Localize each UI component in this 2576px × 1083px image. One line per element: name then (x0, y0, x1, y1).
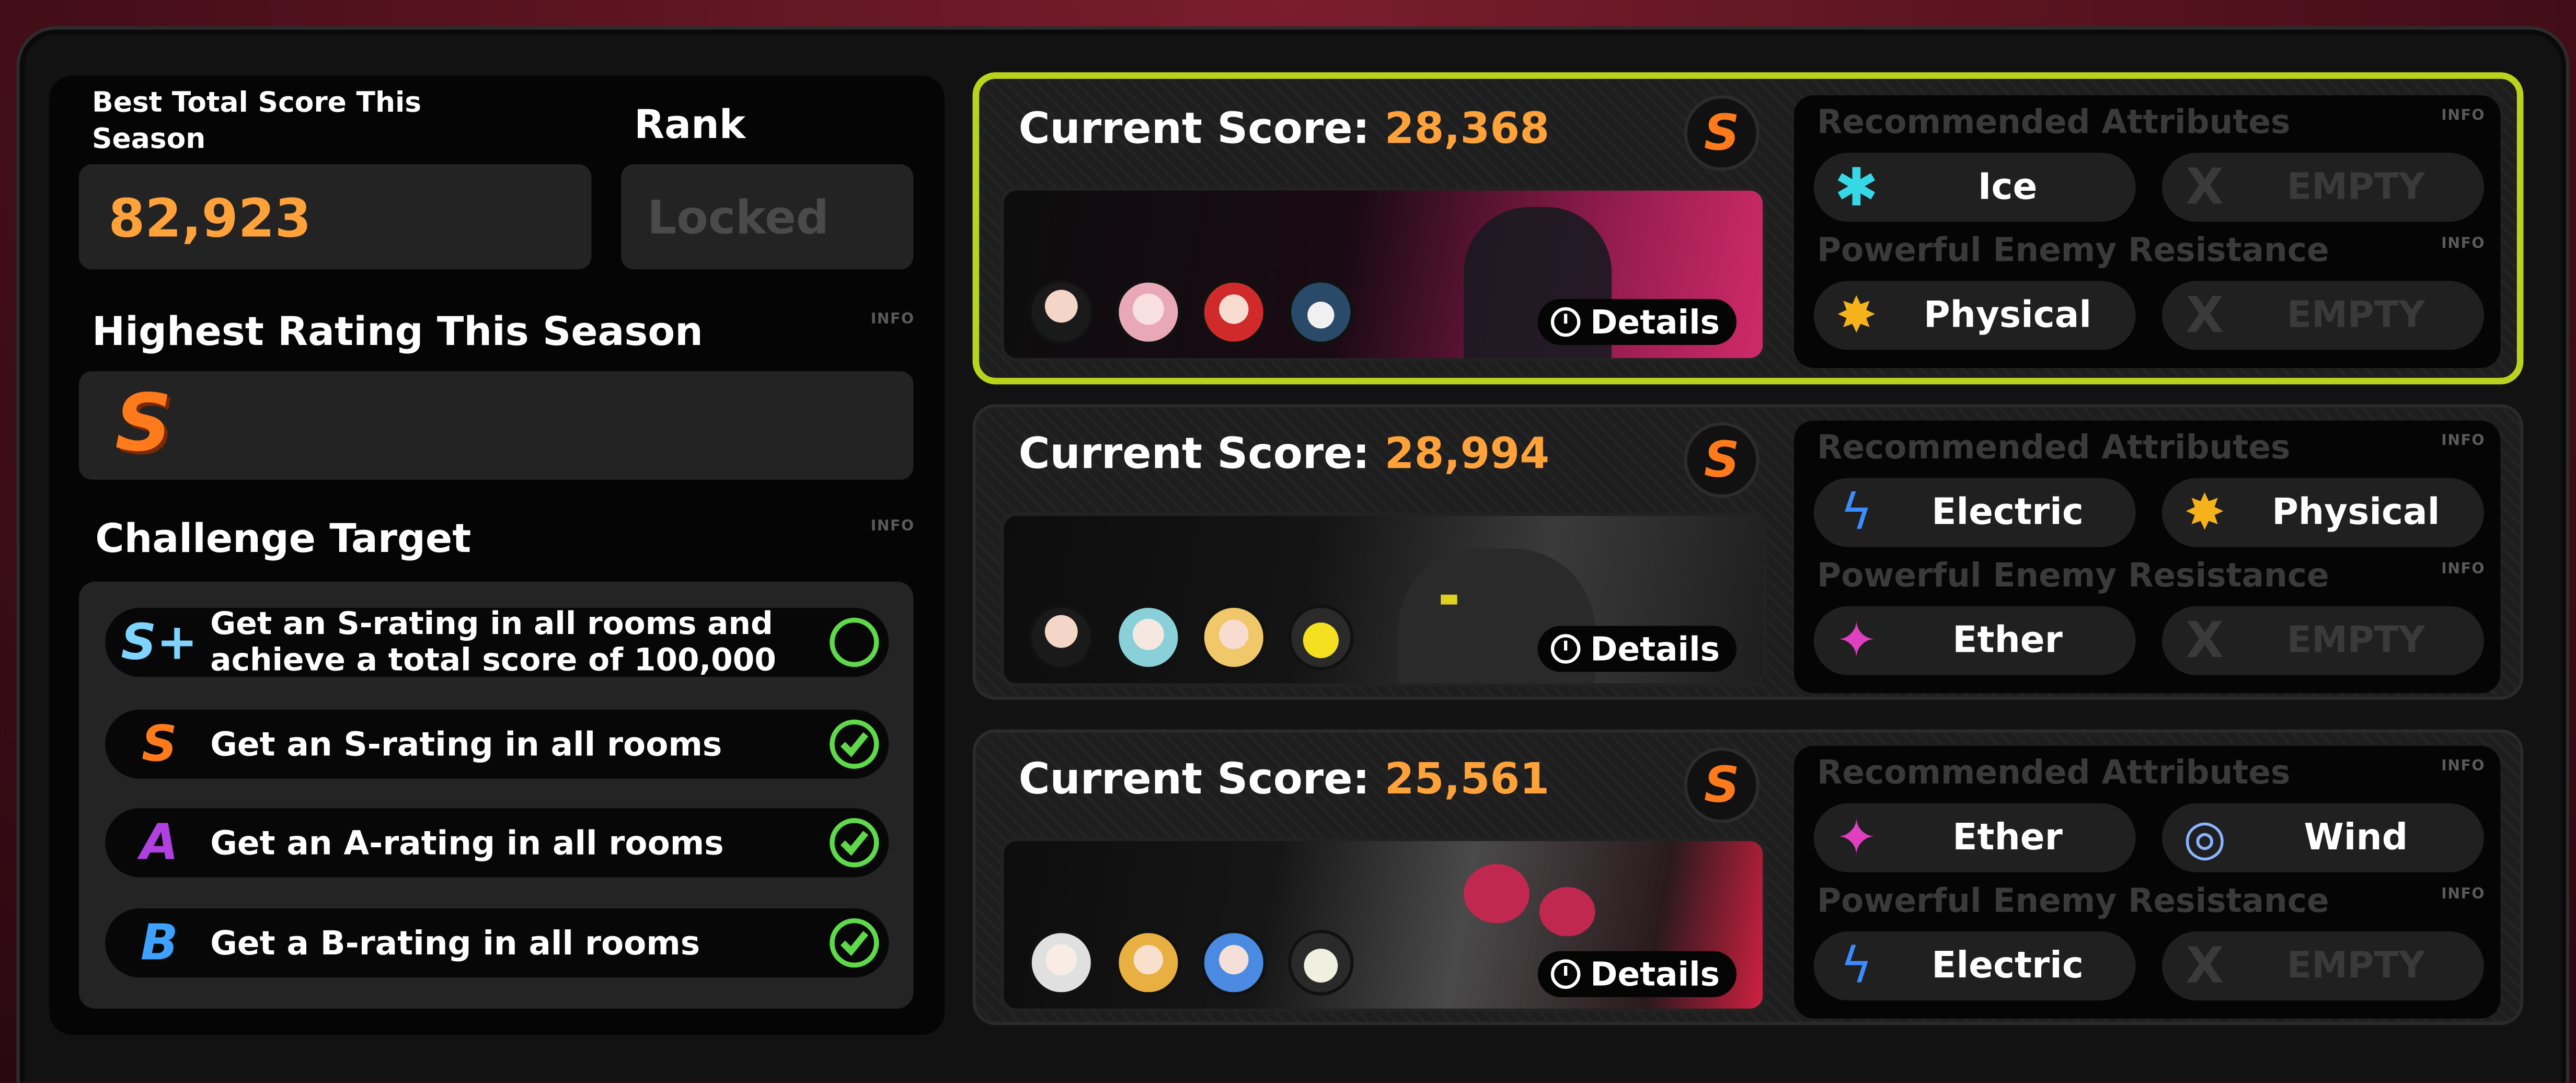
challenge-target-text: Get a B-rating in all rooms (210, 923, 700, 963)
best-total-score-field: 82,923 (78, 164, 592, 270)
recommended-attributes-label: Recommended Attributes (1817, 427, 2291, 467)
attribute-pill: ϟ Electric (1813, 478, 2136, 547)
current-score: Current Score: 28,994 (1019, 430, 1550, 479)
info-button[interactable]: INFO (2441, 562, 2485, 578)
current-score: Current Score: 25,561 (1019, 756, 1550, 805)
empty-x-icon: X (2186, 612, 2224, 670)
current-score-value: 25,561 (1384, 755, 1550, 805)
agent-avatar (1201, 279, 1267, 345)
agent-avatar (1028, 604, 1095, 671)
check-icon (830, 818, 879, 868)
recommended-attributes-label: Recommended Attributes (1817, 752, 2291, 792)
attribute-pill-empty: X EMPTY (2162, 153, 2484, 222)
info-button[interactable]: INFO (2441, 434, 2485, 450)
rank-label: Rank (634, 101, 746, 148)
best-total-score-label: Best Total Score This Season (92, 87, 422, 156)
empty-x-icon: X (2186, 158, 2224, 216)
empty-x-icon: X (2186, 286, 2224, 344)
ice-icon: ✱ (1834, 156, 1879, 218)
current-score: Current Score: 28,368 (1019, 105, 1550, 154)
empty-x-icon: X (2186, 937, 2224, 995)
info-button[interactable]: INFO (871, 519, 915, 535)
wind-icon: ◎ (2183, 809, 2226, 867)
details-button[interactable]: Details (1537, 626, 1736, 672)
electric-icon: ϟ (1840, 483, 1873, 542)
rank-field: Locked (621, 164, 914, 270)
agent-avatar (1201, 604, 1267, 671)
attribute-pill-empty: X EMPTY (2162, 281, 2484, 350)
challenge-target-item: A Get an A-rating in all rooms (105, 808, 889, 878)
highest-rating-label: Highest Rating This Season (92, 308, 703, 355)
incomplete-circle-icon (830, 617, 879, 667)
room-rating-badge: S (1684, 747, 1760, 823)
challenge-target-text: achieve a total score of 100,000 (210, 642, 776, 678)
details-button[interactable]: Details (1537, 299, 1736, 345)
recommended-attributes-label: Recommended Attributes (1817, 101, 2291, 142)
details-label: Details (1590, 302, 1720, 342)
highest-rating-badge: S (115, 377, 172, 470)
agent-avatar (1028, 929, 1095, 996)
bangboo-avatar (1288, 929, 1354, 996)
s-rating-icon: S (141, 715, 177, 773)
ether-icon: ✦ (1835, 612, 1877, 670)
attribute-pill: ◎ Wind (2162, 803, 2484, 872)
agent-avatar (1116, 604, 1181, 671)
current-score-label: Current Score: (1018, 105, 1370, 155)
enemy-resistance-label: Powerful Enemy Resistance (1817, 555, 2329, 595)
current-score-value: 28,994 (1384, 430, 1550, 480)
b-rating-icon: B (140, 914, 178, 972)
s-plus-rating-icon: S+ (121, 613, 198, 671)
best-total-score-value: 82,923 (108, 187, 312, 250)
a-rating-icon: A (140, 814, 179, 872)
challenge-target-text: Get an S-rating in all rooms (210, 724, 722, 764)
physical-icon: ✸ (1835, 286, 1877, 344)
challenge-target-item: S Get an S-rating in all rooms (105, 709, 889, 779)
agent-avatar (1116, 929, 1181, 996)
challenge-target-label: Challenge Target (95, 515, 472, 562)
info-button[interactable]: INFO (2441, 237, 2485, 253)
attribute-pill: ϟ Electric (1813, 931, 2136, 1000)
attribute-pill-empty: X EMPTY (2162, 931, 2484, 1000)
attribute-pill: ✸ Physical (1813, 281, 2136, 350)
challenge-target-item: B Get a B-rating in all rooms (105, 908, 889, 977)
bangboo-avatar (1288, 279, 1354, 345)
room-rating-badge: S (1684, 422, 1760, 498)
current-score-label: Current Score: (1018, 430, 1370, 480)
current-score-label: Current Score: (1018, 755, 1370, 805)
check-icon (830, 719, 879, 769)
clock-icon (1550, 634, 1581, 664)
details-button[interactable]: Details (1537, 951, 1736, 997)
info-button[interactable]: INFO (2441, 108, 2485, 124)
agent-avatar (1116, 279, 1181, 345)
clock-icon (1550, 307, 1581, 337)
info-button[interactable]: INFO (2441, 759, 2485, 775)
attribute-pill: ✸ Physical (2162, 478, 2484, 547)
current-score-value: 28,368 (1384, 105, 1550, 155)
challenge-target-item: S+ Get an S-rating in all rooms and achi… (105, 606, 889, 678)
agent-avatar (1028, 279, 1095, 345)
attribute-pill: ✦ Ether (1813, 803, 2136, 872)
bangboo-avatar (1288, 604, 1354, 671)
info-button[interactable]: INFO (2441, 887, 2485, 903)
attribute-pill: ✦ Ether (1813, 606, 2136, 675)
room-rating-badge: S (1684, 95, 1760, 171)
check-icon (830, 918, 879, 968)
details-label: Details (1590, 954, 1720, 994)
agent-avatar (1201, 929, 1267, 996)
clock-icon (1550, 959, 1581, 989)
attribute-pill: ✱ Ice (1813, 153, 2136, 222)
electric-icon: ϟ (1840, 937, 1873, 995)
enemy-resistance-label: Powerful Enemy Resistance (1817, 880, 2329, 920)
enemy-resistance-label: Powerful Enemy Resistance (1817, 230, 2329, 270)
challenge-target-text: Get an S-rating in all rooms and (210, 606, 773, 642)
attribute-pill-empty: X EMPTY (2162, 606, 2484, 675)
challenge-target-text: Get an A-rating in all rooms (210, 823, 724, 862)
info-button[interactable]: INFO (871, 312, 915, 328)
game-screen: Best Total Score This Season 82,923 Rank… (0, 0, 2576, 1083)
physical-icon: ✸ (2184, 483, 2226, 542)
ether-icon: ✦ (1835, 809, 1877, 867)
details-label: Details (1590, 629, 1720, 669)
highest-rating-field: S (78, 371, 914, 480)
rank-value: Locked (647, 190, 829, 245)
